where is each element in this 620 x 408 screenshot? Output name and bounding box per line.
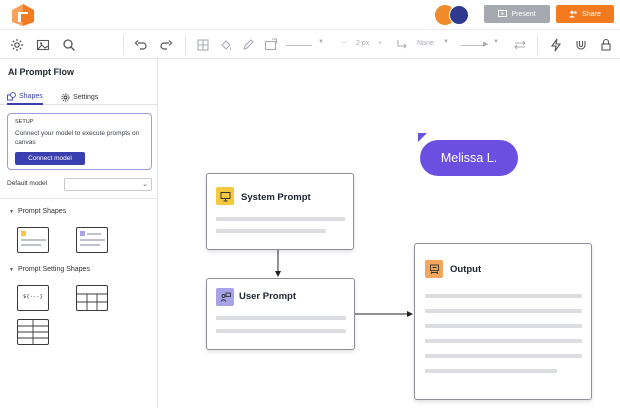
- placeholder-line: [216, 229, 326, 233]
- output-icon: [425, 260, 443, 278]
- collaborator-tag: Melissa L.: [420, 140, 518, 176]
- user-chat-icon: [216, 288, 234, 306]
- card-title: User Prompt: [239, 291, 297, 302]
- placeholder-line: [425, 339, 582, 343]
- placeholder-line: [216, 329, 346, 333]
- user-prompt-card[interactable]: User Prompt: [206, 278, 355, 350]
- placeholder-line: [425, 324, 582, 328]
- output-card[interactable]: Output: [414, 243, 592, 400]
- placeholder-line: [216, 316, 346, 320]
- card-title: System Prompt: [241, 192, 311, 203]
- placeholder-line: [425, 294, 582, 298]
- card-title: Output: [450, 264, 482, 275]
- placeholder-line: [216, 217, 345, 221]
- placeholder-line: [425, 369, 557, 373]
- monitor-icon: [216, 187, 234, 205]
- system-prompt-card[interactable]: System Prompt: [206, 173, 354, 250]
- placeholder-line: [425, 309, 582, 313]
- collaborator-cursor-icon: [418, 133, 427, 142]
- placeholder-line: [425, 354, 582, 358]
